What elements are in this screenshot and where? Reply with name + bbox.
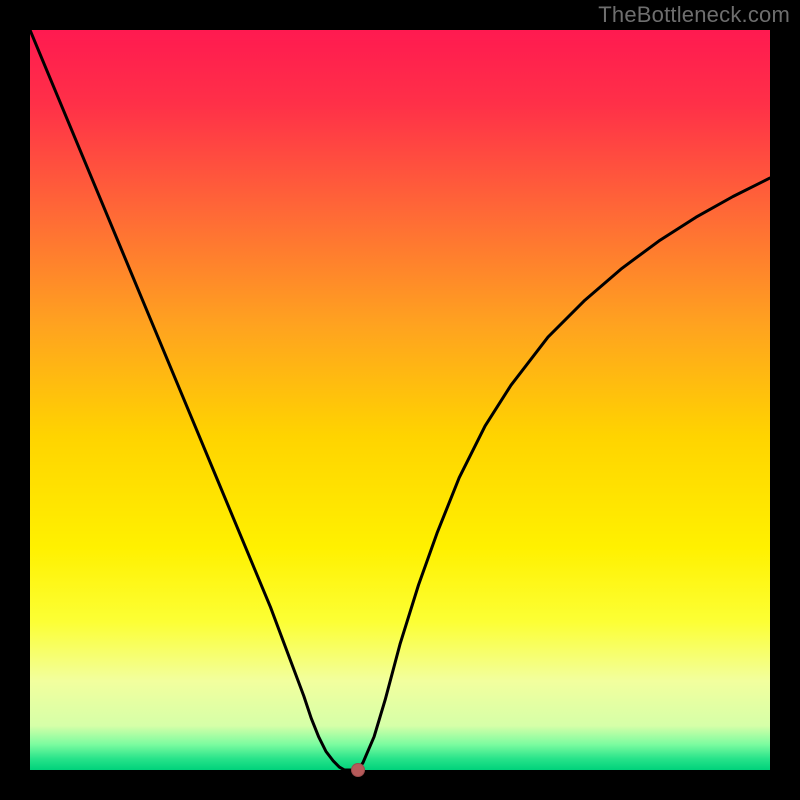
watermark-text: TheBottleneck.com xyxy=(598,2,790,28)
chart-background xyxy=(30,30,770,770)
optimal-point-marker xyxy=(351,763,365,777)
chart-container: { "watermark": "TheBottleneck.com", "cha… xyxy=(0,0,800,800)
chart-svg xyxy=(30,30,770,770)
plot-area xyxy=(30,30,770,770)
